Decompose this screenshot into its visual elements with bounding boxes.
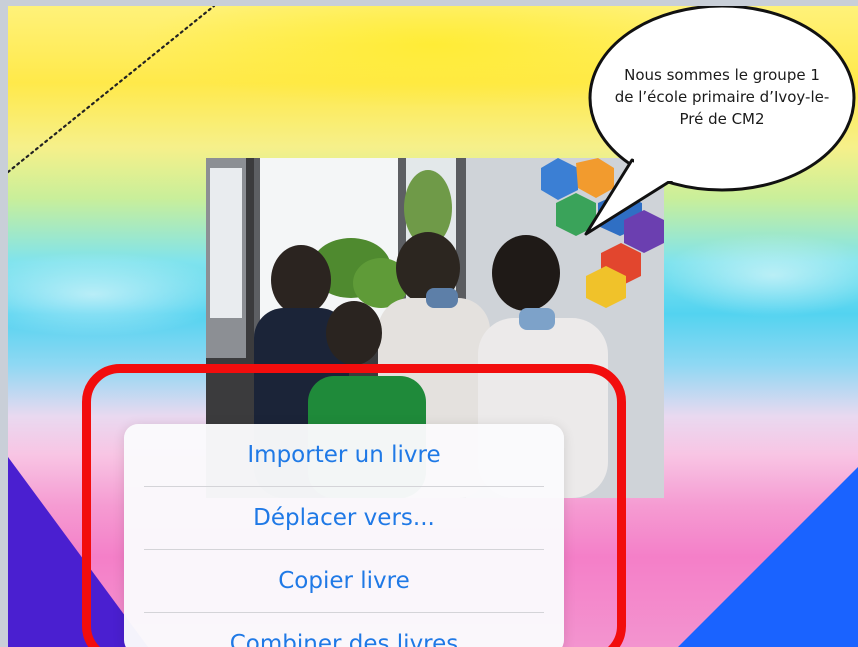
bubble-line-3: Pré de CM2 bbox=[679, 110, 765, 128]
bubble-line-2: de l’école primaire d’Ivoy-le- bbox=[614, 88, 830, 106]
bubble-line-1: Nous sommes le groupe 1 bbox=[624, 66, 820, 84]
menu-item-combine-books[interactable]: Combiner des livres bbox=[144, 613, 544, 647]
screen: Nous sommes le groupe 1 de l’école prima… bbox=[0, 0, 858, 647]
menu-item-import-book[interactable]: Importer un livre bbox=[144, 424, 544, 487]
menu-item-copy-book[interactable]: Copier livre bbox=[144, 550, 544, 613]
context-menu: Importer un livre Déplacer vers... Copie… bbox=[124, 424, 564, 647]
speech-bubble-text: Nous sommes le groupe 1 de l’école prima… bbox=[598, 64, 846, 130]
menu-item-move-to[interactable]: Déplacer vers... bbox=[144, 487, 544, 550]
blue-triangle-decoration bbox=[678, 467, 858, 647]
